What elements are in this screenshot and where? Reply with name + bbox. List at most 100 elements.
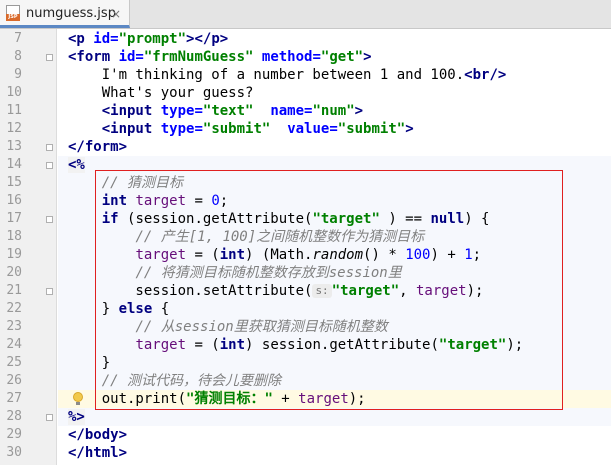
code-line[interactable]: </body> xyxy=(58,426,611,444)
code-line[interactable]: } else { xyxy=(58,300,611,318)
code-editor[interactable]: <p id="prompt"></p> <form id="frmNumGuess… xyxy=(58,29,611,465)
code-token: name= xyxy=(270,103,313,119)
code-token: <p xyxy=(68,31,94,47)
code-line-text: What's your guess? xyxy=(68,84,254,102)
code-line-text: } else { xyxy=(68,300,169,318)
code-line[interactable]: <input type="text" name="num"> xyxy=(58,102,611,120)
code-token: = xyxy=(186,193,212,209)
fold-marker-icon[interactable] xyxy=(46,162,53,169)
code-token: type= xyxy=(160,121,203,137)
code-line[interactable]: target = (int) (Math.random() * 100) + 1… xyxy=(58,246,611,264)
code-token: // 测试代码，待会儿要删除 xyxy=(101,373,282,389)
code-token: out.print( xyxy=(68,391,187,407)
code-line[interactable]: <p id="prompt"></p> xyxy=(58,30,611,48)
code-token: ) + xyxy=(430,247,465,263)
code-token: } xyxy=(68,355,111,371)
line-number: 16 xyxy=(6,193,22,208)
code-token: "get" xyxy=(320,49,364,65)
fold-marker-icon[interactable] xyxy=(46,54,53,61)
code-line[interactable]: // 测试代码，待会儿要删除 xyxy=(58,372,611,390)
code-line[interactable]: </form> xyxy=(58,138,611,156)
code-token: 0 xyxy=(211,193,220,209)
code-line[interactable]: session.setAttribute(s: "target", target)… xyxy=(58,282,611,300)
code-token: ; xyxy=(219,193,229,209)
code-line-text: %> xyxy=(68,408,85,426)
code-line-text: session.setAttribute(s: "target", target)… xyxy=(68,282,483,300)
code-line-text: if (session.getAttribute("target" ) == n… xyxy=(68,210,490,228)
code-token: ) (Math. xyxy=(245,247,313,263)
code-token: target xyxy=(415,283,467,299)
code-token: int xyxy=(219,337,246,353)
line-number: 29 xyxy=(6,427,22,442)
line-number: 21 xyxy=(6,283,22,298)
code-token: // 猜测目标 xyxy=(101,175,184,191)
code-token: type= xyxy=(160,103,203,119)
jsp-file-icon: JSP xyxy=(6,5,20,21)
line-number: 13 xyxy=(6,139,22,154)
code-token: = ( xyxy=(186,247,220,263)
code-line-text: </form> xyxy=(68,138,127,156)
code-line[interactable]: %> xyxy=(58,408,611,426)
code-token: () * xyxy=(363,247,406,263)
code-line-text: <input type="submit" value="submit"> xyxy=(68,120,414,138)
code-line[interactable]: // 将猜测目标随机整数存放到session里 xyxy=(58,264,611,282)
code-line[interactable]: if (session.getAttribute("target" ) == n… xyxy=(58,210,611,228)
close-icon[interactable]: × xyxy=(111,6,121,22)
line-number: 23 xyxy=(6,319,22,334)
code-line[interactable]: <% xyxy=(58,156,611,174)
fold-marker-icon[interactable] xyxy=(46,414,53,421)
code-line[interactable]: out.print("猜测目标：" + target); xyxy=(58,390,611,408)
code-line-text: <% xyxy=(68,156,85,174)
code-token: > xyxy=(354,103,364,119)
code-token: "target" xyxy=(312,211,380,227)
lightbulb-intention-icon[interactable] xyxy=(73,392,83,405)
code-token: } xyxy=(68,301,119,317)
code-line[interactable]: </html> xyxy=(58,444,611,462)
code-line[interactable]: I'm thinking of a number between 1 and 1… xyxy=(58,66,611,84)
fold-marker-icon[interactable] xyxy=(46,288,53,295)
code-token: int xyxy=(219,247,246,263)
code-line[interactable]: <input type="submit" value="submit"> xyxy=(58,120,611,138)
code-token: ></p> xyxy=(186,31,229,47)
line-number-gutter[interactable]: 7 8 9 10 11 12 13 14 15 16 17 18 19 20 21 22 23 24 25 26 27 2… xyxy=(0,29,57,465)
code-token: + xyxy=(272,391,299,407)
fold-marker-icon[interactable] xyxy=(46,216,53,223)
code-token: target xyxy=(298,391,349,407)
line-number: 17 xyxy=(6,211,22,226)
code-token: if xyxy=(101,211,128,227)
code-token: , xyxy=(399,283,416,299)
code-line[interactable]: What's your guess? xyxy=(58,84,611,102)
code-token: "target" xyxy=(438,337,507,353)
code-line-text: // 产生[1, 100]之间随机整数作为猜测目标 xyxy=(68,228,424,246)
code-line[interactable]: } xyxy=(58,354,611,372)
tab-numguess-jsp[interactable]: JSP numguess.jsp × xyxy=(0,0,130,28)
line-number: 24 xyxy=(6,337,22,352)
code-line[interactable]: target = (int) session.getAttribute("tar… xyxy=(58,336,611,354)
code-line-text: <p id="prompt"></p> xyxy=(68,30,228,48)
code-token: > xyxy=(363,49,372,65)
code-token: target xyxy=(135,193,187,209)
code-line[interactable]: int target = 0; xyxy=(58,192,611,210)
line-number: 30 xyxy=(6,445,22,460)
code-line-text: } xyxy=(68,354,110,372)
line-number: 10 xyxy=(6,85,22,100)
code-token: "prompt" xyxy=(118,31,187,47)
line-number: 9 xyxy=(14,67,22,82)
line-number: 7 xyxy=(14,31,22,46)
code-token: // 产生[1, 100]之间随机整数作为猜测目标 xyxy=(135,229,425,245)
code-token: method= xyxy=(261,49,321,65)
code-token: "submit" xyxy=(202,121,271,137)
code-line[interactable]: // 从session里获取猜测目标随机整数 xyxy=(58,318,611,336)
fold-marker-icon[interactable] xyxy=(46,144,53,151)
code-line[interactable]: // 猜测目标 xyxy=(58,174,611,192)
code-line[interactable]: <form id="frmNumGuess" method="get"> xyxy=(58,48,611,66)
code-line[interactable]: // 产生[1, 100]之间随机整数作为猜测目标 xyxy=(58,228,611,246)
code-token: value= xyxy=(287,121,338,137)
code-token: id= xyxy=(93,31,119,47)
